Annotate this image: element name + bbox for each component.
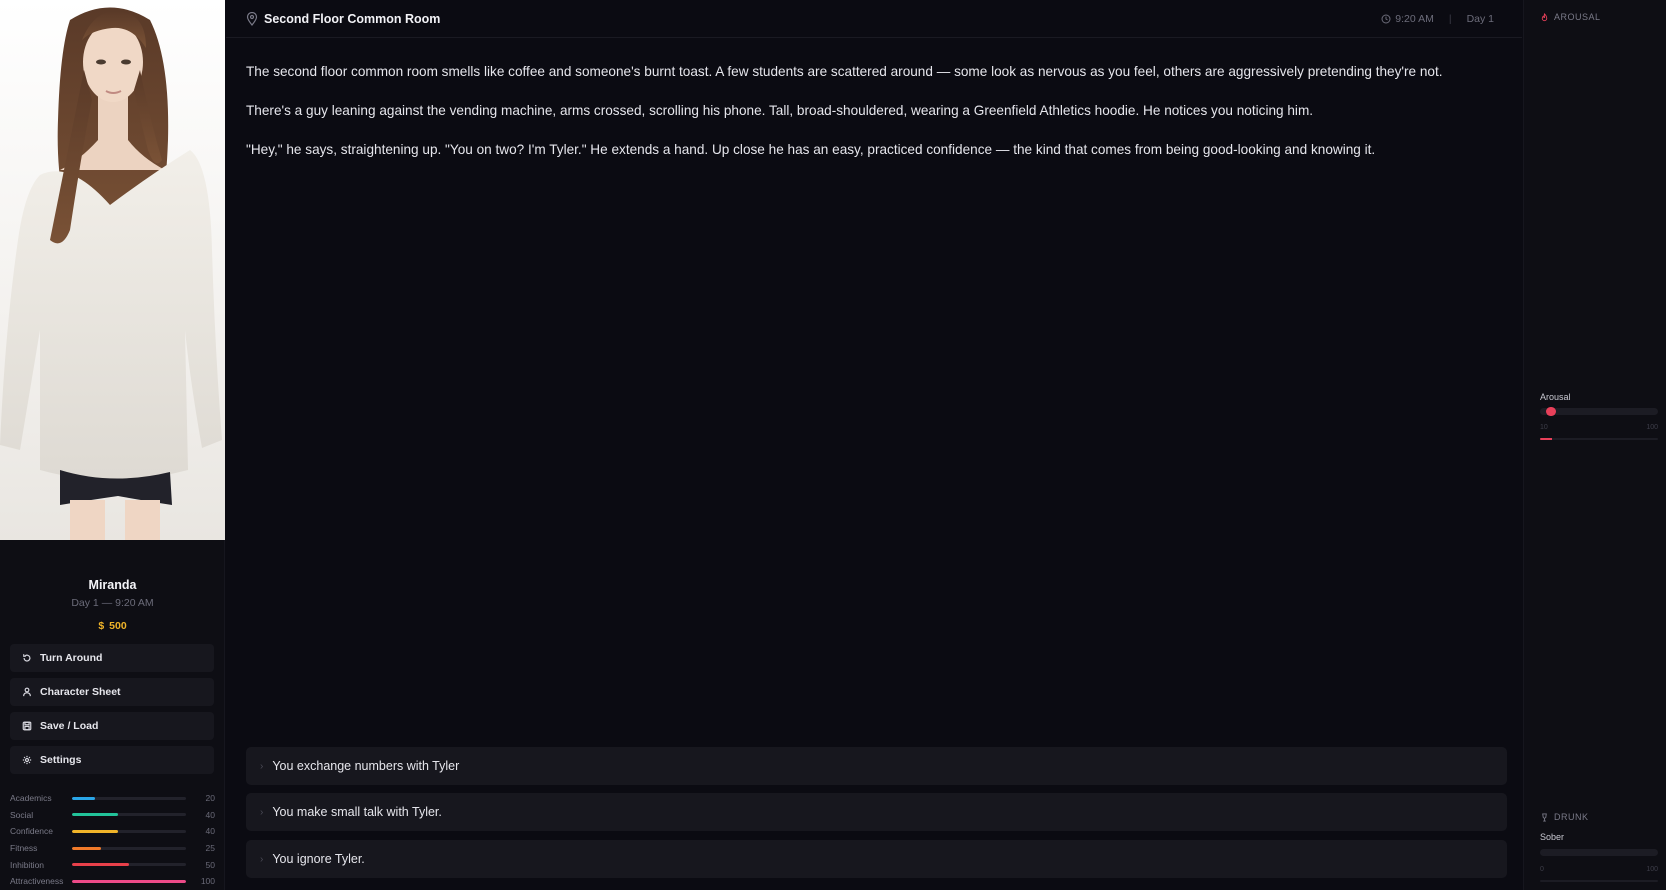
stat-bar-fill — [72, 863, 129, 867]
stat-bar — [72, 813, 186, 817]
main-content: Second Floor Common Room 9:20 AM | Day 1… — [226, 0, 1522, 890]
stat-value: 100 — [200, 876, 215, 887]
drunk-meter[interactable] — [1540, 849, 1658, 856]
stat-bar-fill — [72, 813, 118, 817]
drunk-progress-line — [1540, 880, 1658, 882]
drunk-value: 0 — [1540, 866, 1544, 873]
flame-icon — [1541, 12, 1548, 21]
stat-bar — [72, 863, 186, 867]
stat-label: Confidence — [10, 826, 54, 837]
stat-label: Fitness — [10, 843, 38, 854]
chevron-right-icon: › — [260, 760, 264, 772]
stat-bar-fill — [72, 879, 186, 883]
stat-value: 25 — [205, 843, 215, 854]
choice-label: You ignore Tyler. — [272, 852, 365, 866]
stat-value: 40 — [205, 809, 215, 820]
settings-button[interactable]: Settings — [10, 746, 214, 774]
arousal-label: Arousal — [1540, 392, 1571, 402]
gear-icon — [21, 754, 33, 766]
arousal-scale: 10 100 — [1540, 424, 1658, 431]
save-load-label: Save / Load — [40, 720, 99, 732]
money-display: $500 — [0, 620, 225, 632]
arousal-meter-knob[interactable] — [1545, 407, 1556, 416]
stat-value: 50 — [205, 859, 215, 870]
drunk-max: 100 — [1646, 866, 1658, 873]
stat-bar — [72, 879, 186, 883]
chevron-right-icon: › — [260, 853, 264, 865]
dollar-icon: $ — [98, 620, 105, 632]
stat-label: Attractiveness — [10, 876, 64, 887]
stat-row-inhibition: Inhibition 50 — [10, 856, 215, 873]
turn-around-button[interactable]: Turn Around — [10, 644, 214, 672]
story-paragraph: "Hey," he says, straightening up. "You o… — [246, 142, 1376, 157]
stat-bar — [72, 846, 186, 850]
choice-exchange-numbers[interactable]: › You exchange numbers with Tyler — [246, 747, 1507, 785]
arousal-max: 100 — [1646, 424, 1658, 431]
arousal-meter[interactable] — [1540, 407, 1658, 416]
stat-row-attractiveness: Attractiveness 100 — [10, 873, 215, 890]
character-portrait — [0, 0, 225, 540]
person-icon — [21, 686, 33, 698]
header-time-day: 9:20 AM | Day 1 — [1381, 13, 1494, 25]
location-title: Second Floor Common Room — [264, 12, 441, 26]
status-panel: AROUSAL Arousal 10 100 DRUNK Sober 0 100 — [1523, 0, 1666, 890]
save-icon — [21, 720, 33, 732]
stat-row-academics: Academics 20 — [10, 790, 215, 807]
stat-label: Inhibition — [10, 859, 45, 870]
turn-around-label: Turn Around — [40, 652, 103, 664]
arousal-value: 10 — [1540, 424, 1548, 431]
stats-list: Academics 20 Social 40 Confidence 40 Fitness 25… — [10, 790, 215, 890]
stat-bar-fill — [72, 846, 101, 850]
save-load-button[interactable]: Save / Load — [10, 712, 214, 740]
stat-bar-fill — [72, 829, 118, 833]
stat-bar — [72, 796, 186, 800]
choice-small-talk[interactable]: › You make small talk with Tyler. — [246, 793, 1507, 831]
header-day: Day 1 — [1466, 13, 1494, 25]
character-day-time: Day 1 — 9:20 AM — [71, 597, 154, 609]
stat-row-social: Social 40 — [10, 807, 215, 824]
stat-bar-fill — [72, 796, 95, 800]
character-name: Miranda — [88, 578, 137, 592]
clock-icon — [1381, 14, 1391, 24]
stat-row-confidence: Confidence 40 — [10, 823, 215, 840]
stat-label: Academics — [10, 793, 52, 804]
story-text: The second floor common room smells like… — [246, 62, 1506, 179]
arousal-progress-fill — [1540, 438, 1552, 440]
settings-label: Settings — [40, 754, 82, 766]
story-paragraph: There's a guy leaning against the vendin… — [246, 103, 1314, 118]
drunk-section-title: DRUNK — [1540, 812, 1589, 822]
stat-label: Social — [10, 809, 34, 820]
glass-icon — [1542, 812, 1547, 822]
stat-value: 40 — [205, 826, 215, 837]
map-pin-icon — [246, 12, 258, 26]
character-sheet-button[interactable]: Character Sheet — [10, 678, 214, 706]
stat-value: 20 — [205, 793, 215, 804]
choice-ignore[interactable]: › You ignore Tyler. — [246, 840, 1507, 878]
choice-label: You make small talk with Tyler. — [272, 805, 442, 819]
arousal-progress-line — [1540, 438, 1658, 440]
drunk-label: Sober — [1540, 832, 1565, 842]
left-sidebar: Miranda Day 1 — 9:20 AM $500 Turn Around… — [0, 0, 225, 890]
character-sheet-label: Character Sheet — [40, 686, 121, 698]
location-header: Second Floor Common Room 9:20 AM | Day 1 — [226, 0, 1522, 38]
story-paragraph: The second floor common room smells like… — [246, 64, 1443, 79]
money-amount: 500 — [109, 620, 127, 632]
header-time: 9:20 AM — [1395, 13, 1434, 25]
stat-row-fitness: Fitness 25 — [10, 840, 215, 857]
drunk-scale: 0 100 — [1540, 866, 1658, 873]
arousal-section-title: AROUSAL — [1540, 12, 1601, 22]
stat-bar — [72, 829, 186, 833]
choice-label: You exchange numbers with Tyler — [272, 759, 460, 773]
rotate-icon — [21, 652, 33, 664]
header-separator: | — [1448, 13, 1452, 25]
chevron-right-icon: › — [260, 806, 264, 818]
